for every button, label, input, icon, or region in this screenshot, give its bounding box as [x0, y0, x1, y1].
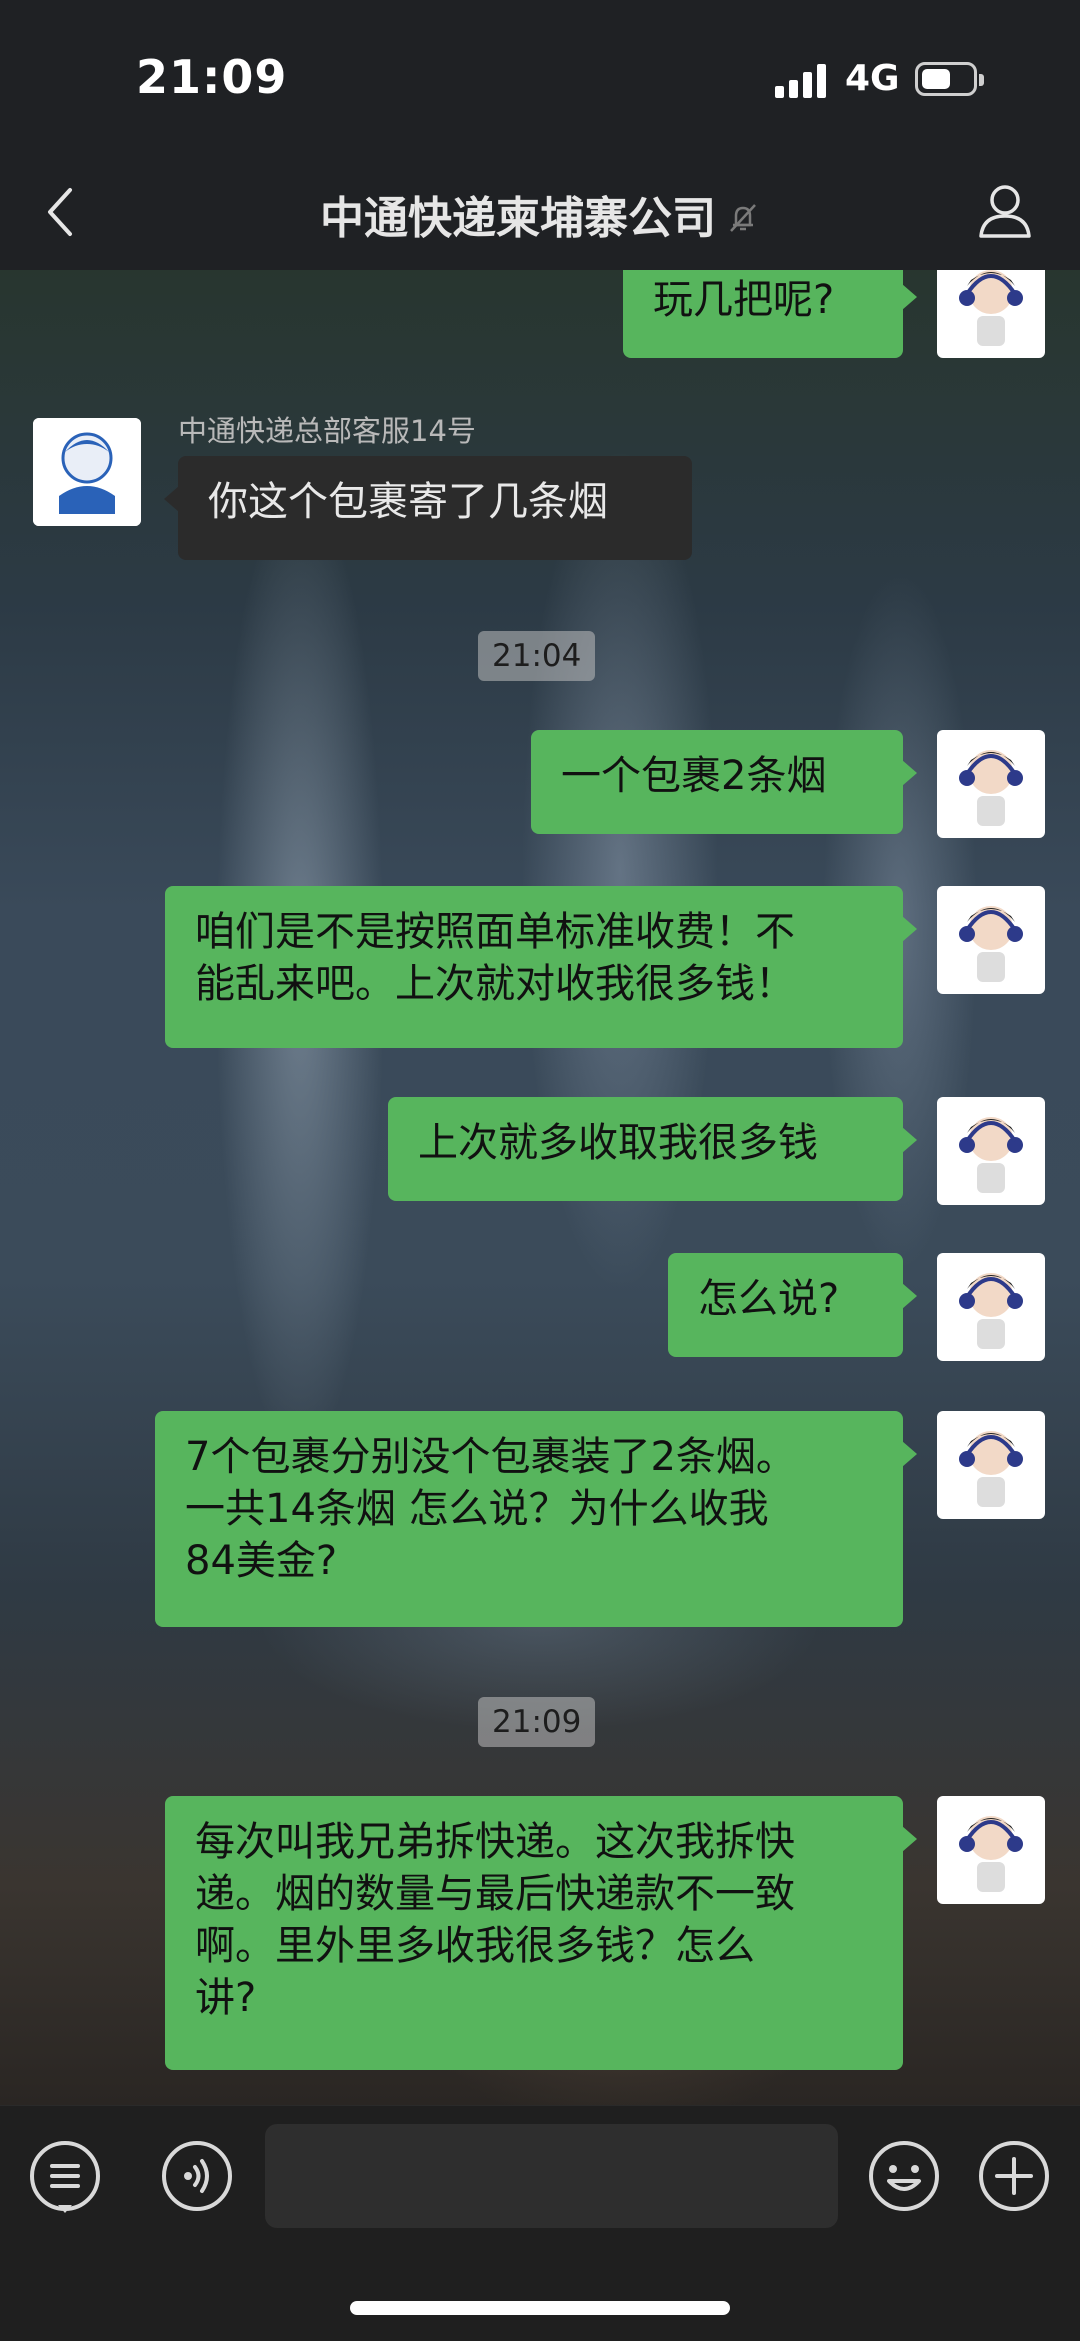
avatar-self[interactable] [937, 270, 1045, 358]
battery-icon [915, 62, 984, 96]
voice-input-icon[interactable] [160, 2139, 234, 2213]
message-bubble-outgoing[interactable]: 每次叫我兄弟拆快递。这次我拆快 递。烟的数量与最后快递款不一致 啊。里外里多收我… [165, 1796, 917, 2070]
add-icon[interactable] [977, 2139, 1051, 2213]
avatar-self[interactable] [937, 730, 1045, 838]
message-line: 咱们是不是按照面单标准收费！不 [195, 909, 795, 955]
message-line: 讲? [195, 1975, 257, 2021]
timestamp: 21:04 [478, 631, 596, 681]
profile-icon[interactable] [975, 180, 1035, 242]
muted-bell-icon [730, 204, 756, 232]
customer-service-avatar-icon [33, 418, 141, 526]
emoji-icon[interactable] [867, 2139, 941, 2213]
message-bubble-incoming[interactable]: 你这个包裹寄了几条烟 [164, 456, 692, 560]
signal-icon [775, 62, 829, 98]
avatar-self-icon [959, 1117, 1023, 1193]
avatar-self-icon [959, 1816, 1023, 1892]
sender-name: 中通快递总部客服14号 [178, 414, 476, 448]
avatar-self-icon [959, 1273, 1023, 1349]
home-indicator[interactable] [350, 2301, 730, 2315]
timestamp: 21:09 [478, 1697, 596, 1747]
chat-header: 中通快递柬埔寨公司 [0, 160, 1080, 270]
avatar-self-icon [959, 906, 1023, 982]
avatar-self-icon [959, 270, 1023, 346]
message-line: 7个包裹分别没个包裹装了2条烟。 [185, 1434, 796, 1480]
status-bar: 21:09 4G [0, 0, 1080, 160]
message-line: 84美金? [185, 1538, 338, 1584]
chat-area[interactable]: 玩几把呢? 中通快递总部客服14号 你这个包裹寄了几条烟 21:04 一个包裹2… [0, 270, 1080, 2105]
message-bubble-outgoing[interactable]: 玩几把呢? [623, 270, 917, 358]
message-input[interactable] [265, 2124, 838, 2228]
avatar-customer-service[interactable] [33, 418, 141, 526]
message-line: 每次叫我兄弟拆快递。这次我拆快 [195, 1819, 795, 1865]
status-time: 21:09 [136, 50, 288, 104]
message-line: 能乱来吧。上次就对收我很多钱！ [195, 961, 795, 1007]
message-line: 一共14条烟 怎么说？为什么收我 [185, 1486, 769, 1532]
avatar-self-icon [959, 1431, 1023, 1507]
avatar-self[interactable] [937, 1411, 1045, 1519]
avatar-self[interactable] [937, 1097, 1045, 1205]
avatar-self[interactable] [937, 886, 1045, 994]
message-bubble-outgoing[interactable]: 咱们是不是按照面单标准收费！不 能乱来吧。上次就对收我很多钱！ [165, 886, 917, 1048]
message-bubble-outgoing[interactable]: 7个包裹分别没个包裹装了2条烟。 一共14条烟 怎么说？为什么收我 84美金? [155, 1411, 917, 1627]
message-line: 递。烟的数量与最后快递款不一致 [195, 1871, 795, 1917]
message-bubble-outgoing[interactable]: 一个包裹2条烟 [531, 730, 917, 834]
message-bubble-outgoing[interactable]: 怎么说? [668, 1253, 917, 1357]
message-line: 啊。里外里多收我很多钱？怎么 [195, 1923, 755, 1969]
message-bubble-outgoing[interactable]: 上次就多收取我很多钱 [388, 1097, 917, 1201]
avatar-self[interactable] [937, 1253, 1045, 1361]
chat-title: 中通快递柬埔寨公司 [0, 182, 1080, 246]
avatar-self[interactable] [937, 1796, 1045, 1904]
avatar-self-icon [959, 750, 1023, 826]
menu-list-icon[interactable] [28, 2139, 102, 2213]
network-label: 4G [845, 58, 900, 99]
chat-title-text: 中通快递柬埔寨公司 [320, 193, 716, 244]
